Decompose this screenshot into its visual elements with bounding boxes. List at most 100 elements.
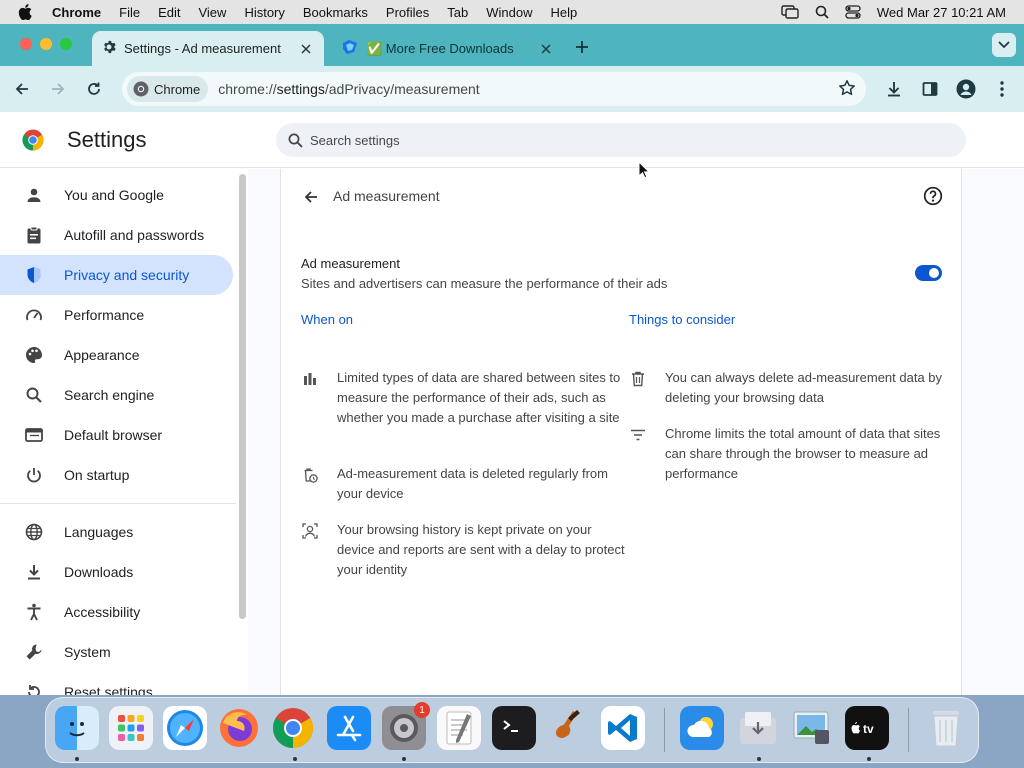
wrench-icon <box>24 643 44 661</box>
shield-icon <box>24 266 44 284</box>
sidebar-item-label: Downloads <box>64 564 134 580</box>
trash-icon <box>629 370 647 388</box>
sidebar-item-label: Reset settings <box>64 684 153 695</box>
menu-bookmarks[interactable]: Bookmarks <box>303 5 368 20</box>
control-center-icon[interactable] <box>845 5 861 19</box>
settings-card: Ad measurement Ad measurement Sites and … <box>280 169 962 695</box>
browser-icon <box>24 428 44 442</box>
back-button[interactable] <box>8 75 36 103</box>
dock-textedit-icon[interactable] <box>437 706 481 750</box>
downloads-button[interactable] <box>880 75 908 103</box>
apple-menu-icon[interactable] <box>18 4 38 20</box>
menu-view[interactable]: View <box>198 5 226 20</box>
chrome-menu-button[interactable] <box>988 75 1016 103</box>
accessibility-icon <box>24 603 44 621</box>
sidebar-item-you-and-google[interactable]: You and Google <box>0 175 233 215</box>
dock-vscode-icon[interactable] <box>601 706 645 750</box>
menu-edit[interactable]: Edit <box>158 5 180 20</box>
zoom-window-button[interactable] <box>60 38 72 50</box>
dock-finder-icon[interactable] <box>55 706 99 750</box>
ad-measurement-toggle[interactable] <box>915 265 942 281</box>
power-icon <box>24 467 44 483</box>
when-on-point: Limited types of data are shared between… <box>304 368 627 428</box>
side-panel-button[interactable] <box>916 75 944 103</box>
site-info-chip[interactable]: Chrome <box>127 76 209 102</box>
sidebar-item-downloads[interactable]: Downloads <box>0 552 233 592</box>
sidebar-item-reset[interactable]: Reset settings <box>0 672 233 695</box>
dock-preview-icon[interactable] <box>790 706 834 750</box>
bar-chart-icon <box>301 370 319 388</box>
sidebar-item-accessibility[interactable]: Accessibility <box>0 592 233 632</box>
site-favicon-icon <box>342 39 358 58</box>
search-placeholder: Search settings <box>310 132 400 148</box>
dock-app-store-icon[interactable] <box>327 706 371 750</box>
tab-downloads[interactable]: ✅ More Free Downloads <box>332 31 564 66</box>
dock-firefox-icon[interactable] <box>217 706 261 750</box>
palette-icon <box>24 346 44 364</box>
menubar-clock[interactable]: Wed Mar 27 10:21 AM <box>877 5 1006 20</box>
menu-file[interactable]: File <box>119 5 140 20</box>
close-tab-icon[interactable] <box>298 41 314 57</box>
settings-search-input[interactable]: Search settings <box>276 123 966 157</box>
dock-weather-icon[interactable] <box>680 706 724 750</box>
forward-button[interactable] <box>44 75 72 103</box>
sidebar-item-on-startup[interactable]: On startup <box>0 455 233 495</box>
spotlight-search-icon[interactable] <box>815 5 829 19</box>
ad-measurement-setting-description: Sites and advertisers can measure the pe… <box>301 276 668 291</box>
sidebar-scrollbar[interactable] <box>239 174 246 619</box>
menu-window[interactable]: Window <box>486 5 532 20</box>
url-text[interactable]: chrome://settings/adPrivacy/measurement <box>218 81 479 97</box>
profile-button[interactable] <box>952 75 980 103</box>
back-arrow-button[interactable] <box>299 185 323 209</box>
sidebar-item-search-engine[interactable]: Search engine <box>0 375 233 415</box>
sidebar-item-default-browser[interactable]: Default browser <box>0 415 233 455</box>
menu-app-name[interactable]: Chrome <box>52 5 101 20</box>
dock-terminal-icon[interactable] <box>492 706 536 750</box>
close-tab-icon[interactable] <box>538 41 554 57</box>
dock-apple-tv-icon[interactable]: tv <box>845 706 889 750</box>
sidebar-item-languages[interactable]: Languages <box>0 512 233 552</box>
tab-title: ✅ More Free Downloads <box>366 40 514 56</box>
menu-history[interactable]: History <box>244 5 284 20</box>
tab-search-button[interactable] <box>992 33 1016 57</box>
address-bar[interactable]: Chrome chrome://settings/adPrivacy/measu… <box>122 72 866 106</box>
dock-garageband-icon[interactable] <box>546 706 590 750</box>
dock-chrome-icon[interactable] <box>271 706 315 750</box>
sidebar-item-label: System <box>64 644 111 660</box>
tab-settings[interactable]: Settings - Ad measurement <box>92 31 324 66</box>
sidebar-item-autofill[interactable]: Autofill and passwords <box>0 215 233 255</box>
menu-profiles[interactable]: Profiles <box>386 5 429 20</box>
reload-button[interactable] <box>80 75 108 103</box>
menu-help[interactable]: Help <box>551 5 578 20</box>
screen-mirroring-icon[interactable] <box>781 5 799 19</box>
bookmark-star-icon[interactable] <box>838 79 856 100</box>
macos-dock: 1 tv <box>45 697 979 763</box>
consider-point: Chrome limits the total amount of data t… <box>631 424 955 484</box>
sidebar-item-label: You and Google <box>64 187 164 203</box>
tab-strip: Settings - Ad measurement ✅ More Free Do… <box>0 24 1024 66</box>
arrow-left-icon <box>304 191 317 203</box>
minimize-window-button[interactable] <box>40 38 52 50</box>
dock-trash-icon[interactable] <box>924 706 968 750</box>
help-icon[interactable] <box>923 186 943 211</box>
dock-system-settings-icon[interactable]: 1 <box>382 702 430 750</box>
dock-downloads-folder-icon[interactable] <box>736 706 780 750</box>
sidebar-item-privacy[interactable]: Privacy and security <box>0 255 233 295</box>
things-to-consider-heading: Things to consider <box>629 312 736 327</box>
sidebar-item-system[interactable]: System <box>0 632 233 672</box>
close-window-button[interactable] <box>20 38 32 50</box>
chip-label: Chrome <box>154 81 201 97</box>
url-scheme: chrome:// <box>218 81 277 97</box>
sidebar-item-label: Default browser <box>64 427 163 443</box>
dock-separator <box>664 708 665 752</box>
new-tab-button[interactable] <box>572 37 592 57</box>
dock-safari-icon[interactable] <box>163 706 207 750</box>
dock-launchpad-icon[interactable] <box>109 706 153 750</box>
url-host: settings <box>276 81 325 97</box>
search-icon <box>288 133 303 148</box>
settings-header: Settings Search settings <box>0 112 1024 168</box>
sidebar-item-appearance[interactable]: Appearance <box>0 335 233 375</box>
menu-tab[interactable]: Tab <box>447 5 468 20</box>
sidebar-item-performance[interactable]: Performance <box>0 295 233 335</box>
clipboard-icon <box>24 226 44 244</box>
